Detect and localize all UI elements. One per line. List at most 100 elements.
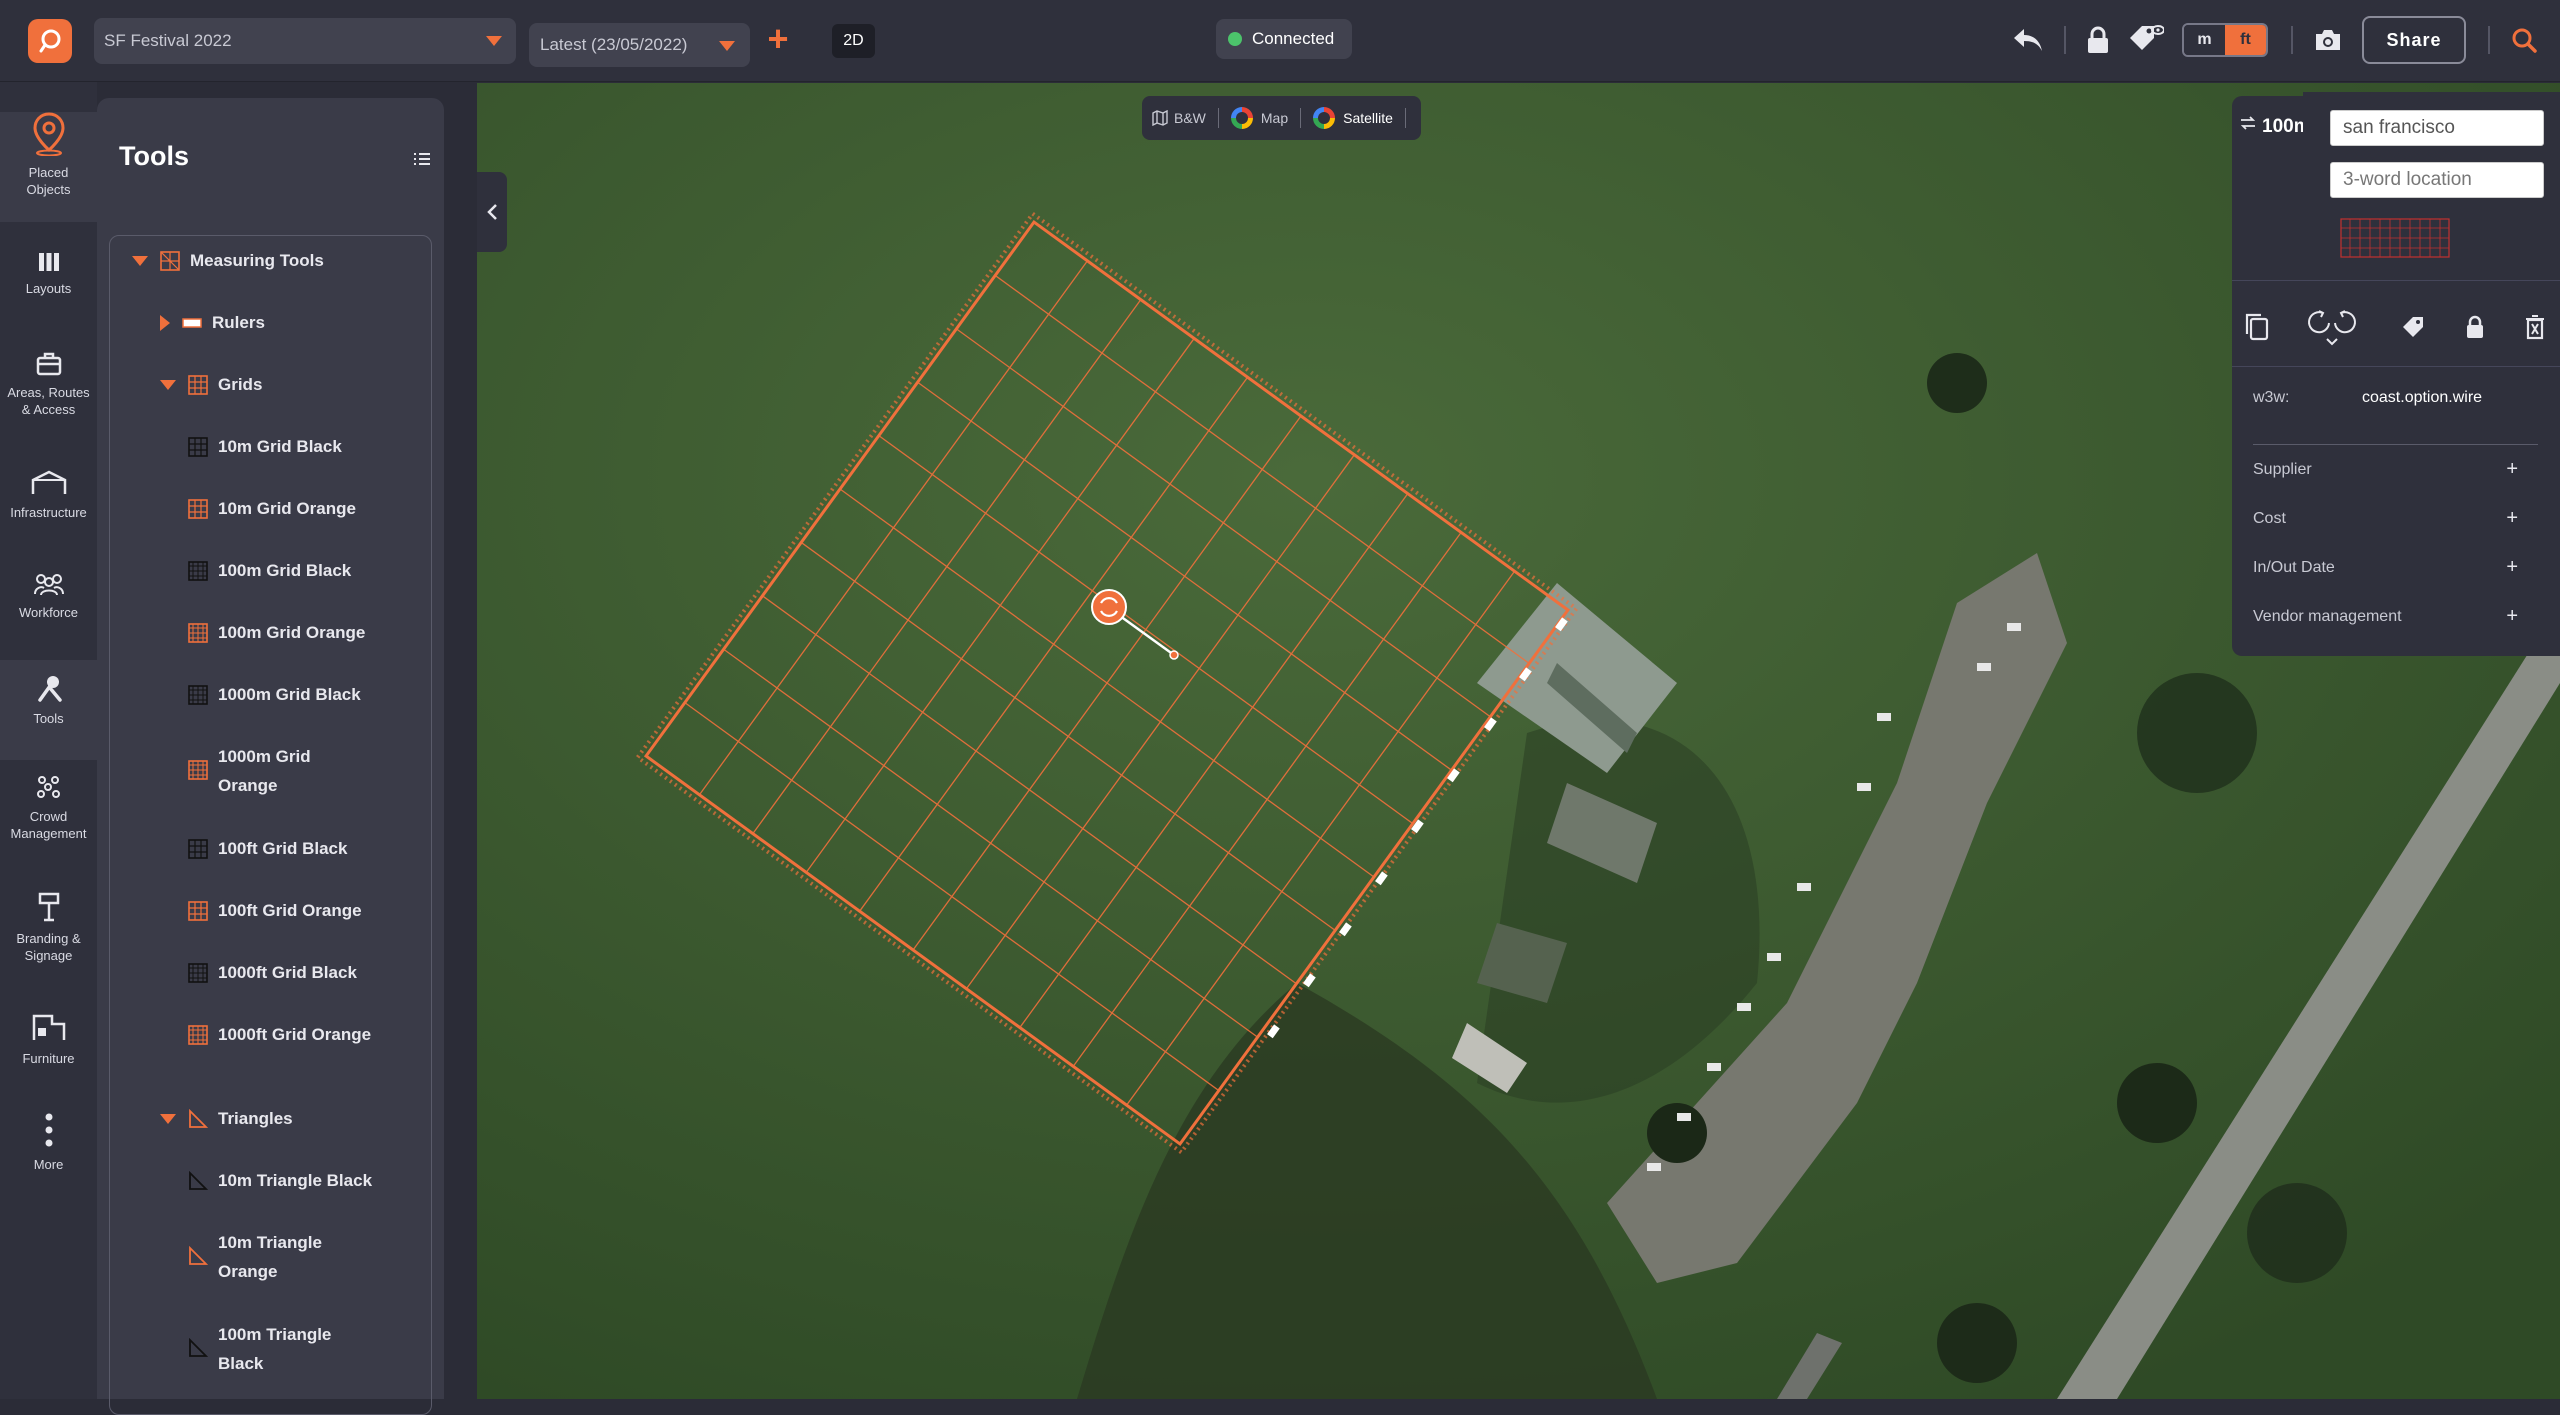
tools-panel: Tools Measuring Tools Rulers Grids 10m G… xyxy=(97,98,444,1415)
tree-node-measuring-tools[interactable]: Measuring Tools xyxy=(132,246,324,275)
swap-icon[interactable] xyxy=(2240,116,2256,130)
tree-node-label: Rulers xyxy=(212,313,265,332)
search-icon[interactable] xyxy=(2506,22,2542,58)
tool-item[interactable]: 100ft Grid Black xyxy=(188,834,347,863)
grid-black-icon xyxy=(188,962,208,983)
grid-black-icon xyxy=(188,684,208,705)
grid-orange-icon xyxy=(188,900,208,921)
add-icon[interactable]: + xyxy=(2506,459,2518,479)
grid-black-icon xyxy=(188,838,208,859)
rail-item-workforce[interactable]: Workforce xyxy=(0,572,97,621)
tools-tree: Measuring Tools Rulers Grids 10m Grid Bl… xyxy=(109,235,432,1415)
tree-node-label: Measuring Tools xyxy=(190,251,324,270)
map-type-divider xyxy=(1404,108,1406,128)
tool-item-label: 10m Triangle Orange xyxy=(218,1233,322,1281)
unit-toggle[interactable]: m ft xyxy=(2182,23,2268,57)
expand-caret-icon[interactable] xyxy=(132,255,148,266)
app-logo-icon[interactable] xyxy=(28,19,72,63)
toolbar-divider xyxy=(2291,26,2293,54)
cost-row[interactable]: Cost + xyxy=(2253,508,2518,528)
grid-orange-icon xyxy=(188,498,208,519)
rail-item-furniture[interactable]: Furniture xyxy=(0,1012,97,1067)
tree-node-rulers[interactable]: Rulers xyxy=(160,308,265,337)
rotate-icon[interactable] xyxy=(2302,310,2362,346)
tool-item[interactable]: 100m Grid Black xyxy=(188,556,351,585)
more-icon xyxy=(45,1113,52,1147)
map-mode-label: Satellite xyxy=(1343,110,1393,126)
people-icon xyxy=(33,574,64,596)
chevron-down-icon xyxy=(719,41,735,51)
grid-orange-icon xyxy=(160,250,180,271)
tool-item-label: 100m Grid Orange xyxy=(218,623,366,642)
grid-thumbnail-icon xyxy=(2340,218,2450,258)
city-search-input[interactable]: san francisco xyxy=(2330,110,2544,146)
tool-item[interactable]: 1000ft Grid Black xyxy=(188,958,357,987)
lock-icon[interactable] xyxy=(2080,22,2116,58)
view-mode-button[interactable]: 2D xyxy=(832,24,875,58)
tool-item[interactable]: 10m Triangle Orange xyxy=(188,1228,348,1286)
collapse-caret-icon[interactable] xyxy=(160,314,170,331)
rail-item-branding[interactable]: Branding & Signage xyxy=(0,892,97,964)
supplier-row[interactable]: Supplier + xyxy=(2253,459,2518,479)
map-mode-bw[interactable]: B&W xyxy=(1152,110,1206,126)
undo-icon[interactable] xyxy=(2010,22,2046,58)
version-select[interactable]: Latest (23/05/2022) xyxy=(529,23,750,67)
props-divider xyxy=(2253,444,2538,445)
columns-icon xyxy=(38,253,59,271)
tool-item[interactable]: 10m Grid Orange xyxy=(188,494,356,523)
signage-icon xyxy=(38,892,59,922)
triangle-orange-icon xyxy=(189,1246,208,1265)
tool-item[interactable]: 1000m Grid Black xyxy=(188,680,361,709)
add-icon[interactable]: + xyxy=(2506,508,2518,528)
rail-item-more[interactable]: More xyxy=(0,1112,97,1173)
tool-item[interactable]: 10m Triangle Black xyxy=(188,1166,372,1195)
in-out-date-row[interactable]: In/Out Date + xyxy=(2253,557,2518,577)
list-view-icon[interactable] xyxy=(414,153,430,165)
add-icon[interactable]: + xyxy=(2506,557,2518,577)
rail-item-layouts[interactable]: Layouts xyxy=(0,252,97,297)
rail-item-crowd[interactable]: Crowd Management xyxy=(0,774,97,842)
tool-item[interactable]: 1000m Grid Orange xyxy=(188,742,328,800)
w3w-location-input[interactable]: 3-word location xyxy=(2330,162,2544,198)
rail-item-label: More xyxy=(33,1157,64,1172)
map-pin-icon xyxy=(32,112,65,156)
add-icon[interactable]: + xyxy=(2506,606,2518,626)
vendor-management-row[interactable]: Vendor management + xyxy=(2253,606,2518,626)
tree-node-triangles[interactable]: Triangles xyxy=(160,1104,293,1133)
tree-node-grids[interactable]: Grids xyxy=(160,370,262,399)
expand-caret-icon[interactable] xyxy=(160,379,176,390)
unit-ft-option[interactable]: ft xyxy=(2225,25,2266,55)
delete-icon[interactable] xyxy=(2518,310,2552,344)
tool-item[interactable]: 100m Grid Orange xyxy=(188,618,365,647)
tool-item[interactable]: 100m Triangle Black xyxy=(188,1320,348,1378)
tool-item[interactable]: 100ft Grid Orange xyxy=(188,896,362,925)
collapse-panel-button[interactable] xyxy=(477,172,507,252)
rail-item-tools[interactable]: Tools xyxy=(0,660,97,760)
tool-item-label: 100m Grid Black xyxy=(218,561,352,580)
rail-item-areas[interactable]: Areas, Routes & Access xyxy=(0,352,97,418)
props-divider xyxy=(2232,280,2560,281)
project-select[interactable]: SF Festival 2022 xyxy=(94,18,516,64)
duplicate-icon[interactable] xyxy=(2240,310,2274,344)
status-dot-icon xyxy=(1228,32,1242,46)
rail-item-placed-objects[interactable]: Placed Objects xyxy=(0,112,97,222)
props-divider xyxy=(2232,366,2560,367)
tag-visibility-icon[interactable] xyxy=(2128,22,2164,58)
map-mode-label: B&W xyxy=(1174,110,1206,126)
tool-item[interactable]: 1000ft Grid Orange xyxy=(188,1020,371,1049)
map-mode-satellite[interactable]: Satellite xyxy=(1313,107,1393,129)
unit-m-option[interactable]: m xyxy=(2184,25,2225,55)
rail-item-label: Infrastructure xyxy=(10,505,87,520)
share-button[interactable]: Share xyxy=(2362,16,2466,64)
map-mode-map[interactable]: Map xyxy=(1230,107,1288,129)
lock-icon[interactable] xyxy=(2458,310,2492,344)
tag-icon[interactable] xyxy=(2396,310,2430,344)
route-icon xyxy=(36,352,61,376)
add-version-button[interactable]: + xyxy=(764,21,792,57)
expand-caret-icon[interactable] xyxy=(160,1113,176,1124)
rail-item-label: Areas, Routes & Access xyxy=(7,385,90,417)
camera-icon[interactable] xyxy=(2310,22,2346,58)
map-type-divider xyxy=(1217,108,1219,128)
tool-item[interactable]: 10m Grid Black xyxy=(188,432,342,461)
rail-item-infrastructure[interactable]: Infrastructure xyxy=(0,470,97,521)
